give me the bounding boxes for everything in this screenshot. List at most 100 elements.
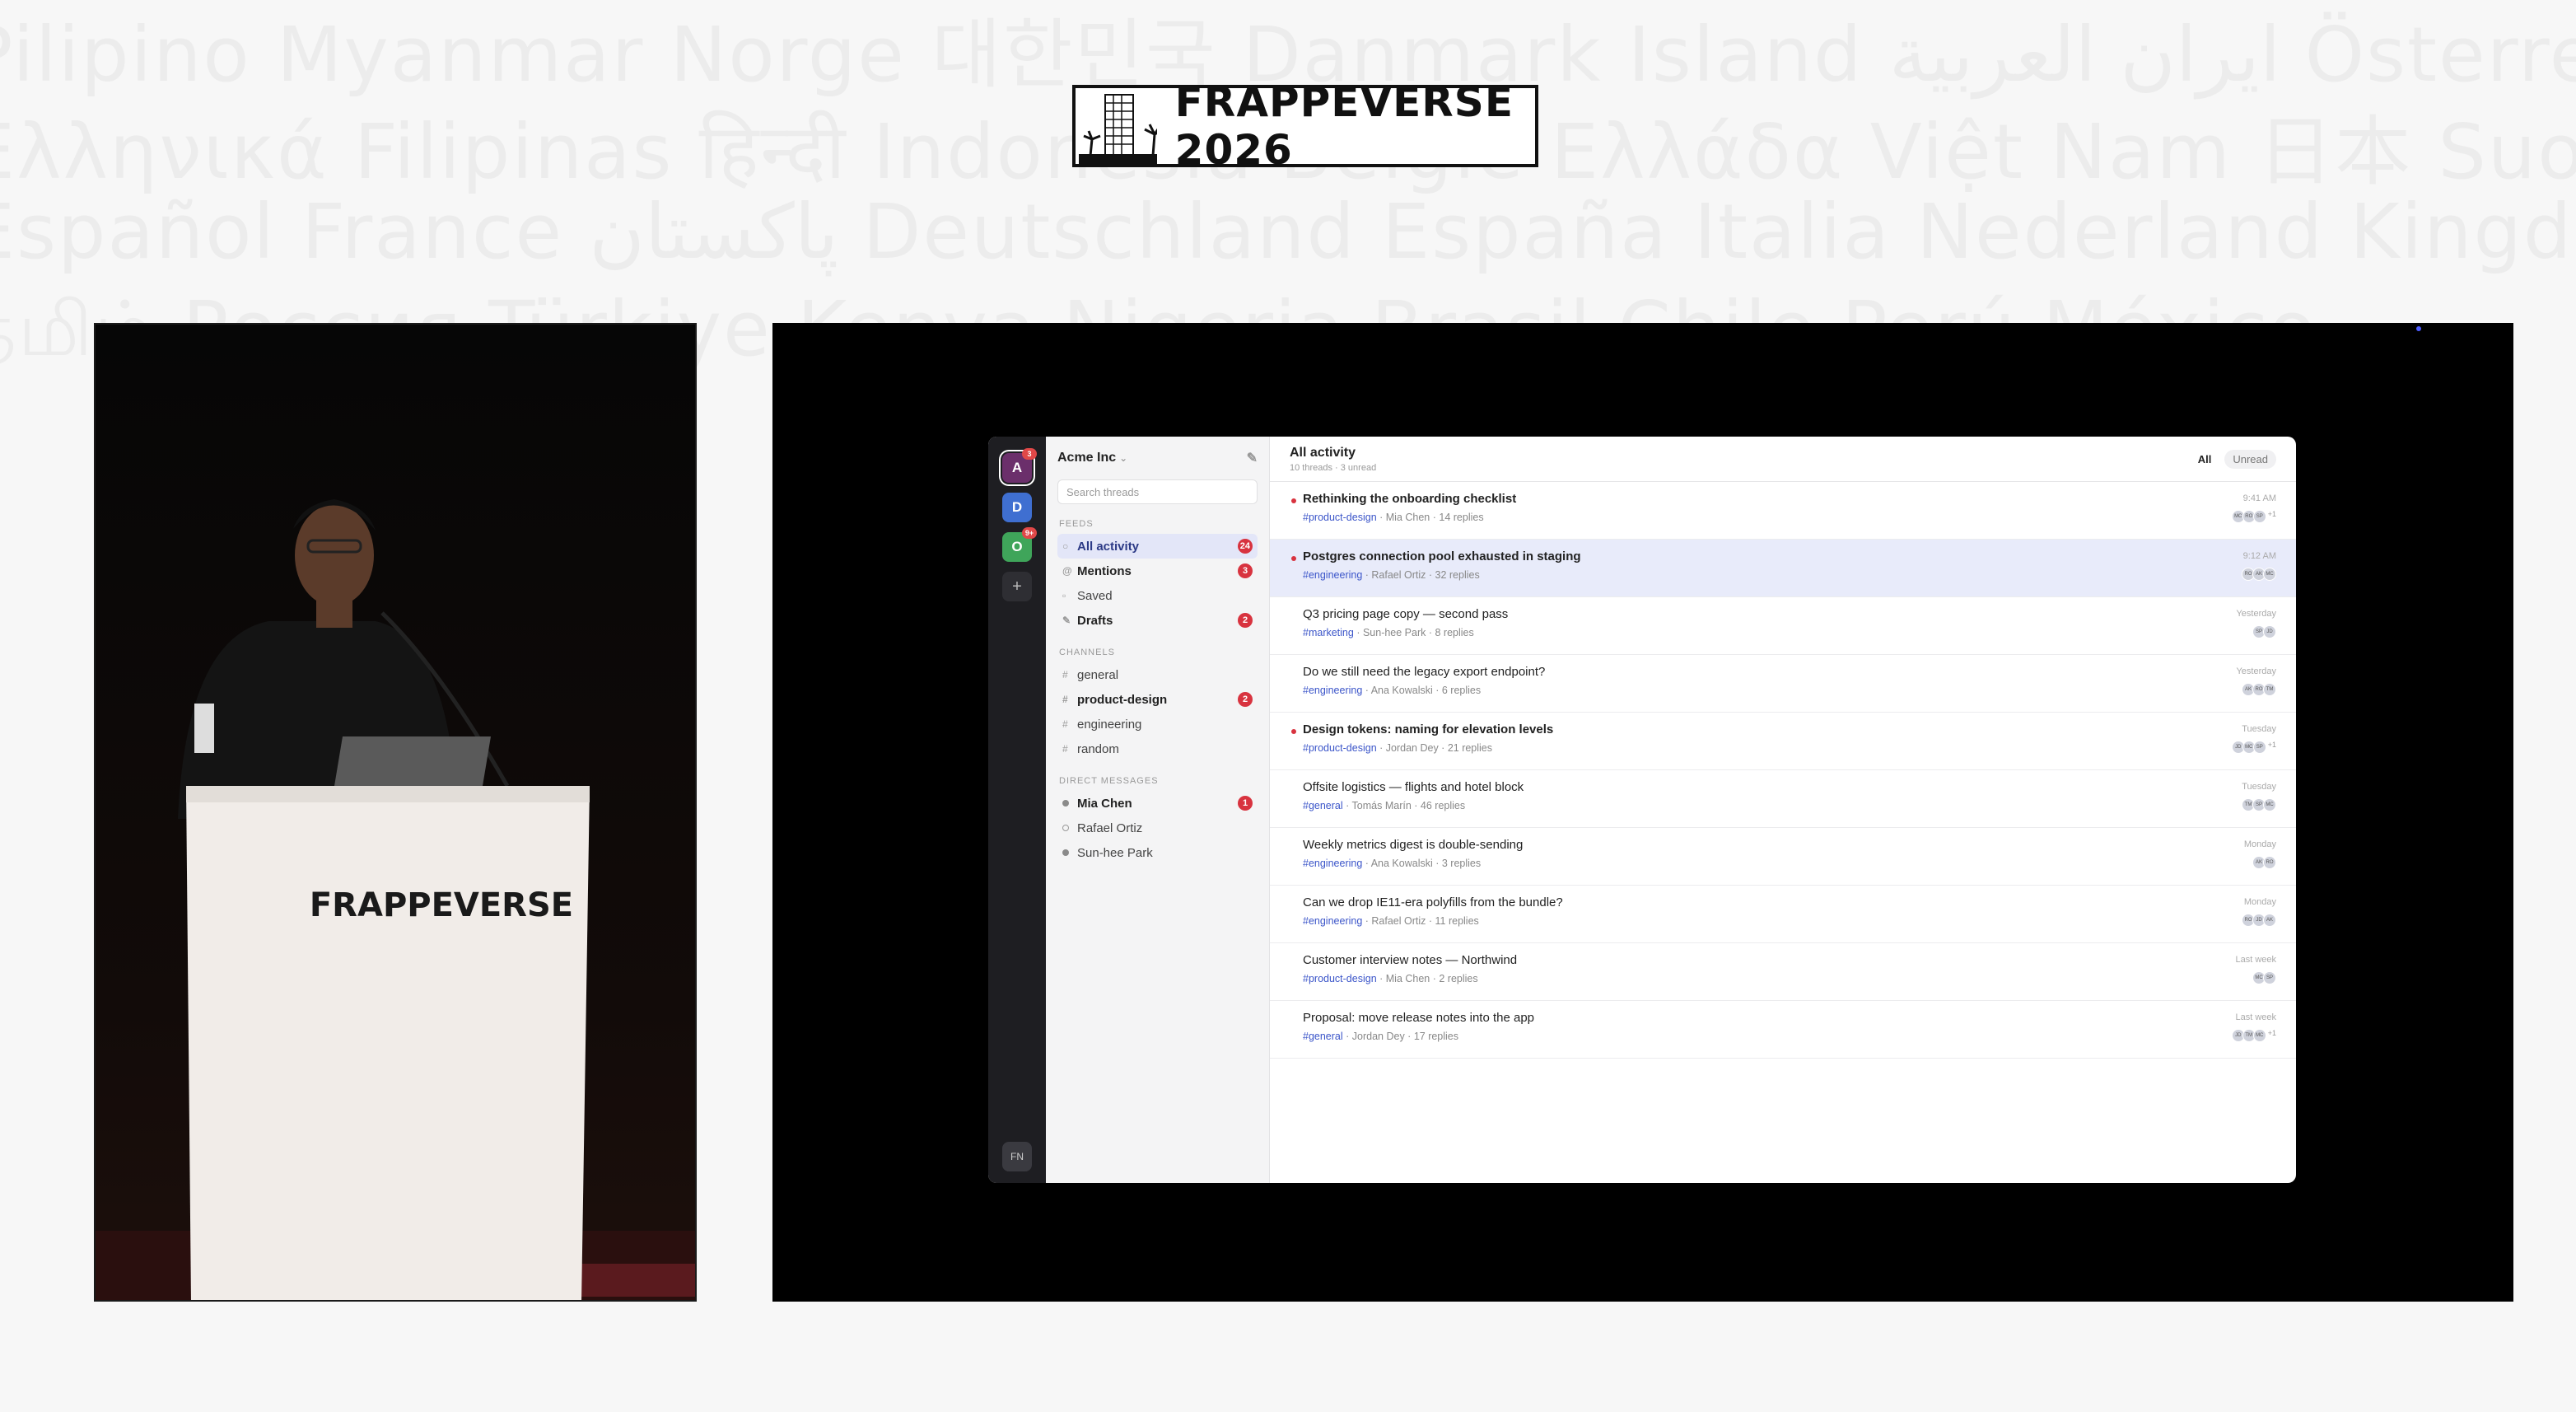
thread-channel[interactable]: #engineering xyxy=(1303,915,1362,927)
thread-author: Sun-hee Park xyxy=(1362,627,1426,638)
thread-channel[interactable]: #product-design xyxy=(1303,512,1377,523)
thread-summary: 10 threads · 3 unread xyxy=(1290,462,1377,473)
thread-channel[interactable]: #engineering xyxy=(1303,569,1362,581)
thread-time: Last week xyxy=(2235,955,2276,965)
thread-time: Monday xyxy=(2243,897,2276,907)
thread-replies: 3 replies xyxy=(1441,858,1482,869)
thread-author: Mia Chen xyxy=(1385,512,1430,523)
participant-avatars: TM SP MC xyxy=(2242,798,2276,811)
compose-icon[interactable]: ✎ xyxy=(1247,450,1258,466)
sidebar-item-drafts[interactable]: ✎ Drafts 2 xyxy=(1057,608,1258,633)
add-workspace-button[interactable]: + xyxy=(1002,572,1032,601)
unread-dot-icon xyxy=(1291,498,1296,503)
user-avatar[interactable]: FN xyxy=(1002,1142,1032,1171)
thread-time: Yesterday xyxy=(2236,609,2276,619)
sidebar-item-label: Drafts xyxy=(1077,613,1113,628)
dm-item[interactable]: Sun-hee Park xyxy=(1057,840,1258,865)
sidebar-item-mentions[interactable]: @ Mentions 3 xyxy=(1057,559,1258,583)
workspace-button[interactable]: O 9+ xyxy=(1002,527,1037,562)
workspace-name: Acme Inc xyxy=(1057,451,1117,465)
presence-icon xyxy=(1062,822,1077,834)
thread-row[interactable]: Proposal: move release notes into the ap… xyxy=(1270,1001,2296,1059)
workspace-initial: O xyxy=(1011,539,1023,554)
thread-channel[interactable]: #engineering xyxy=(1303,685,1362,696)
participant-avatars: JD TM MC +1 xyxy=(2231,1029,2276,1042)
chevron-down-icon: ⌄ xyxy=(1119,452,1128,464)
filter-all-button[interactable]: All xyxy=(2190,450,2220,469)
workspace-badge: 9+ xyxy=(1022,527,1037,539)
channel-label: product-design xyxy=(1077,692,1168,707)
channel-item-engineering[interactable]: # engineering xyxy=(1057,712,1258,736)
participant-avatar: MC xyxy=(2263,798,2276,811)
sidebar-item-saved[interactable]: ▫ Saved xyxy=(1057,583,1258,608)
thread-row[interactable]: Postgres connection pool exhausted in st… xyxy=(1270,540,2296,597)
thread-channel[interactable]: #general xyxy=(1303,800,1343,811)
speaker-video: FRAPPEVERSE xyxy=(94,323,697,1302)
thread-meta: #engineering · Rafael Ortiz · 11 replies xyxy=(1303,915,1479,927)
participant-avatars: AK RO TM xyxy=(2242,683,2276,696)
thread-filter: All Unread xyxy=(2190,449,2276,469)
channel-item-general[interactable]: # general xyxy=(1057,662,1258,687)
participant-avatar: SP xyxy=(2263,971,2276,984)
hash-icon: # xyxy=(1062,743,1068,755)
thread-replies: 11 replies xyxy=(1435,915,1479,927)
participant-avatar: AK xyxy=(2263,914,2276,927)
workspace-button[interactable]: A3 xyxy=(1002,448,1037,483)
thread-replies: 17 replies xyxy=(1413,1031,1459,1042)
workspace-header[interactable]: Acme Inc ⌄ ✎ xyxy=(1057,437,1258,479)
dm-item[interactable]: Rafael Ortiz xyxy=(1057,816,1258,840)
search-input[interactable]: Search threads xyxy=(1057,479,1258,504)
thread-channel[interactable]: #engineering xyxy=(1303,858,1362,869)
thread-channel[interactable]: #marketing xyxy=(1303,627,1354,638)
thread-row[interactable]: Weekly metrics digest is double-sending #… xyxy=(1270,828,2296,886)
thread-row[interactable]: Do we still need the legacy export endpo… xyxy=(1270,655,2296,713)
thread-pane-header: All activity 10 threads · 3 unread All U… xyxy=(1270,437,2296,482)
channel-item-product-design[interactable]: # product-design 2 xyxy=(1057,687,1258,712)
thread-channel[interactable]: #product-design xyxy=(1303,742,1377,754)
unread-count-badge: 2 xyxy=(1238,613,1253,628)
unread-dot-icon xyxy=(1291,729,1296,734)
thread-time: Monday xyxy=(2243,839,2276,849)
thread-channel[interactable]: #product-design xyxy=(1303,973,1377,984)
dm-name: Sun-hee Park xyxy=(1077,845,1153,860)
thread-title: Q3 pricing page copy — second pass xyxy=(1303,607,1509,621)
app-window: A 3 D O 9+ + FN Acme Inc ⌄ ✎ Search threads FE… xyxy=(988,437,2296,1183)
sidebar-item-label: All activity xyxy=(1077,539,1140,554)
thread-row[interactable]: Rethinking the onboarding checklist #prod… xyxy=(1270,482,2296,540)
thread-row[interactable]: Customer interview notes — Northwind #pro… xyxy=(1270,943,2296,1001)
thread-meta: #product-design · Mia Chen · 14 replies xyxy=(1303,512,1484,523)
thread-title: Customer interview notes — Northwind xyxy=(1303,953,1518,967)
participant-avatar: MC xyxy=(2252,1029,2266,1042)
channel-item-random[interactable]: # random xyxy=(1057,736,1258,761)
thread-row[interactable]: Q3 pricing page copy — second pass #marke… xyxy=(1270,597,2296,655)
participant-avatar: SP xyxy=(2252,741,2266,754)
thread-replies: 6 replies xyxy=(1441,685,1482,696)
filter-unread-button[interactable]: Unread xyxy=(2224,449,2276,469)
search-placeholder: Search threads xyxy=(1066,485,1140,498)
podium-label: FRAPPEVERSE xyxy=(310,886,573,924)
thread-row[interactable]: Can we drop IE11-era polyfills from the … xyxy=(1270,886,2296,943)
thread-row[interactable]: Design tokens: naming for elevation leve… xyxy=(1270,713,2296,770)
backdrop-line: Español France پاکستان Deutschland Españ… xyxy=(0,188,2576,276)
unread-dot-icon xyxy=(1291,556,1296,561)
thread-replies: 21 replies xyxy=(1447,742,1493,754)
presence-icon xyxy=(1062,797,1077,809)
sidebar-item-all-activity[interactable]: ○ All activity 24 xyxy=(1057,534,1258,559)
dm-item[interactable]: Mia Chen 1 xyxy=(1057,791,1258,816)
thread-title: Proposal: move release notes into the ap… xyxy=(1303,1011,1535,1025)
channels-section-label: CHANNELS xyxy=(1059,648,1115,657)
thread-author: Tomás Marín xyxy=(1351,800,1412,811)
workspace-button[interactable]: D xyxy=(1002,493,1032,522)
participant-avatars: MC RO SP +1 xyxy=(2231,510,2276,523)
thread-row[interactable]: Offsite logistics — flights and hotel bl… xyxy=(1270,770,2296,828)
participant-avatars: SP JD xyxy=(2252,625,2276,638)
thread-title: Rethinking the onboarding checklist xyxy=(1303,492,1517,506)
thread-meta: #general · Jordan Dey · 17 replies xyxy=(1303,1031,1459,1042)
more-participants: +1 xyxy=(2267,741,2276,749)
thread-author: Ana Kowalski xyxy=(1370,858,1433,869)
thread-channel[interactable]: #general xyxy=(1303,1031,1343,1042)
participant-avatar: TM xyxy=(2263,683,2276,696)
hash-icon: # xyxy=(1062,694,1068,705)
unread-count-badge: 1 xyxy=(1238,796,1253,811)
more-participants: +1 xyxy=(2267,1029,2276,1037)
